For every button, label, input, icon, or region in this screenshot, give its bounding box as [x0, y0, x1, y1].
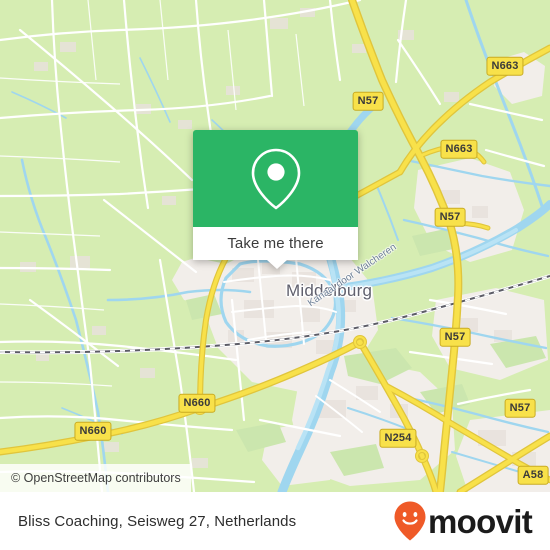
take-me-there-label: Take me there: [227, 235, 324, 252]
map-canvas[interactable]: Middelburg Kanaal door Walcheren N663 N57…: [0, 0, 550, 492]
map-pin-icon: [251, 148, 300, 209]
take-me-there-callout[interactable]: Take me there: [193, 130, 358, 269]
road-shield-n57: N57: [439, 327, 471, 347]
osm-attribution-bar[interactable]: © OpenStreetMap contributors: [0, 464, 191, 492]
road-shield-n254: N254: [379, 428, 417, 448]
map-screenshot: Middelburg Kanaal door Walcheren N663 N57…: [0, 0, 550, 550]
road-shield-a58: A58: [517, 465, 549, 485]
callout-pointer-tail: [267, 260, 287, 269]
moovit-smiley-pin-icon: [394, 501, 426, 541]
road-shield-n663: N663: [440, 139, 478, 159]
location-title: Bliss Coaching, Seisweg 27, Netherlands: [18, 512, 297, 530]
road-shield-n57: N57: [504, 398, 536, 418]
road-shield-n57: N57: [352, 91, 384, 111]
road-shield-n660: N660: [178, 393, 216, 413]
road-shield-n57: N57: [434, 207, 466, 227]
osm-attribution-text: © OpenStreetMap contributors: [11, 471, 181, 485]
moovit-wordmark: moovit: [428, 502, 533, 540]
footer-bar: Bliss Coaching, Seisweg 27, Netherlands …: [0, 492, 550, 550]
callout-footer[interactable]: Take me there: [193, 227, 358, 260]
callout-header: [193, 130, 358, 227]
road-shield-n660: N660: [74, 421, 112, 441]
moovit-brand[interactable]: moovit: [393, 500, 533, 542]
road-shield-n663: N663: [486, 56, 524, 76]
